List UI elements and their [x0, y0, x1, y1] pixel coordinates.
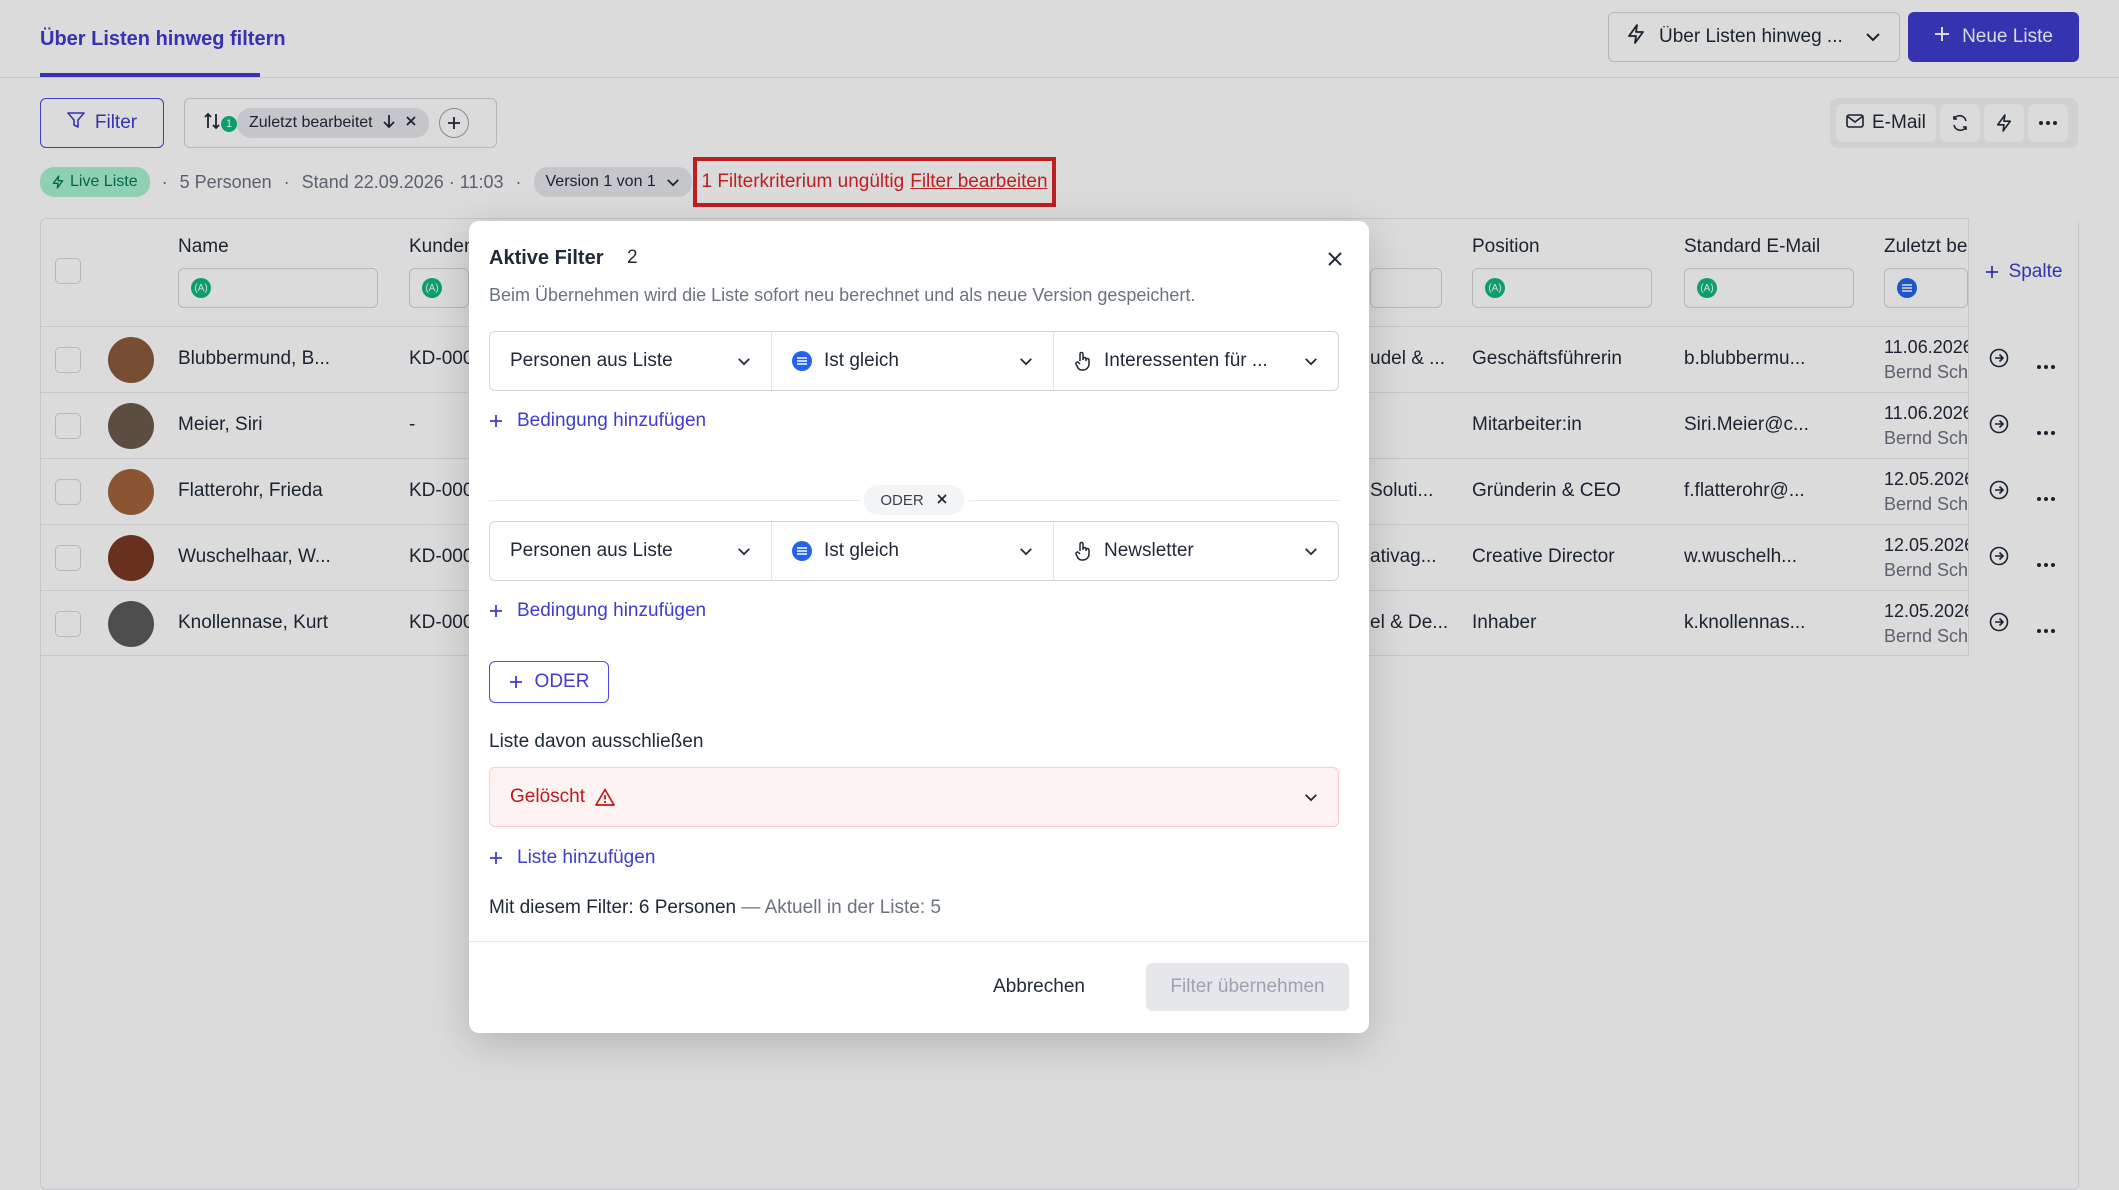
close-button[interactable]	[1317, 241, 1353, 277]
divider	[969, 500, 1339, 501]
chevron-down-icon	[738, 357, 750, 365]
chevron-down-icon	[738, 547, 750, 555]
oder-separator: ODER	[489, 485, 1339, 515]
field-select[interactable]: Personen aus Liste	[490, 332, 772, 390]
filter-result-summary: Mit diesem Filter: 6 Personen — Aktuell …	[489, 897, 941, 919]
chevron-down-icon	[1305, 547, 1317, 555]
field-value: Personen aus Liste	[510, 350, 673, 371]
equals-icon	[792, 351, 812, 371]
field-value: Personen aus Liste	[510, 540, 673, 561]
value-value: Interessenten für ...	[1104, 350, 1268, 371]
equals-icon	[792, 541, 812, 561]
active-filters-dialog: Aktive Filter 2 Beim Übernehmen wird die…	[469, 221, 1369, 1033]
plus-icon	[490, 852, 502, 864]
hand-pointer-icon	[1075, 541, 1090, 561]
add-condition-button[interactable]: Bedingung hinzufügen	[489, 596, 706, 626]
cancel-button[interactable]: Abbrechen	[969, 963, 1109, 1011]
oder-label: ODER	[880, 491, 924, 509]
dialog-subtitle: Beim Übernehmen wird die Liste sofort ne…	[489, 285, 1196, 305]
plus-icon	[509, 676, 522, 688]
page: Über Listen hinweg filtern Über Listen h…	[0, 0, 2119, 1190]
plus-icon	[490, 605, 502, 617]
chevron-down-icon	[1020, 357, 1032, 365]
plus-icon	[490, 415, 502, 427]
field-select[interactable]: Personen aus Liste	[490, 522, 772, 580]
operator-select[interactable]: Ist gleich	[772, 522, 1054, 580]
result-main: Mit diesem Filter: 6 Personen	[489, 897, 737, 918]
exclude-list-heading: Liste davon ausschließen	[489, 731, 704, 752]
add-oder-label: ODER	[534, 671, 590, 692]
chevron-down-icon	[1020, 547, 1032, 555]
value-value: Newsletter	[1104, 540, 1194, 561]
add-condition-label: Bedingung hinzufügen	[517, 410, 707, 431]
footer-divider	[469, 941, 1369, 942]
add-condition-label: Bedingung hinzufügen	[517, 600, 707, 621]
operator-select[interactable]: Ist gleich	[772, 332, 1054, 390]
divider	[489, 500, 859, 501]
close-icon	[1328, 252, 1342, 266]
operator-value: Ist gleich	[824, 540, 899, 561]
deleted-label: Gelöscht	[510, 786, 585, 807]
value-select[interactable]: Newsletter	[1054, 522, 1338, 580]
chevron-down-icon	[1305, 793, 1317, 801]
dialog-title: Aktive Filter	[489, 247, 604, 269]
add-list-label: Liste hinzufügen	[517, 847, 656, 868]
chevron-down-icon	[1305, 357, 1317, 365]
condition-row: Personen aus Liste Ist gleich Interessen…	[489, 331, 1339, 391]
add-condition-button[interactable]: Bedingung hinzufügen	[489, 406, 706, 436]
hand-pointer-icon	[1075, 351, 1090, 371]
result-current: — Aktuell in der Liste: 5	[741, 897, 941, 918]
condition-row: Personen aus Liste Ist gleich Newsletter	[489, 521, 1339, 581]
remove-group-icon[interactable]	[936, 492, 948, 509]
warning-icon	[595, 788, 615, 806]
add-oder-group-button[interactable]: ODER	[489, 661, 609, 703]
add-list-button[interactable]: Liste hinzufügen	[489, 843, 655, 873]
excluded-list-select[interactable]: Gelöscht	[489, 767, 1339, 827]
oder-chip: ODER	[864, 485, 964, 515]
apply-filter-button[interactable]: Filter übernehmen	[1146, 963, 1349, 1011]
filter-count: 2	[627, 247, 638, 268]
operator-value: Ist gleich	[824, 350, 899, 371]
value-select[interactable]: Interessenten für ...	[1054, 332, 1338, 390]
